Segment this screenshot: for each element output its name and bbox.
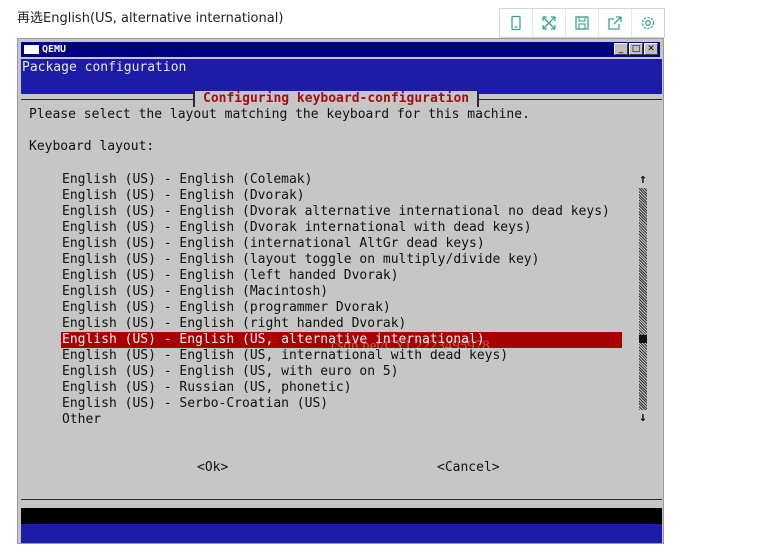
- list-item[interactable]: English (US) - English (international Al…: [61, 236, 622, 252]
- window-titlebar[interactable]: QEMU _ □ ✕: [21, 42, 660, 57]
- list-item[interactable]: English (US) - English (Macintosh): [61, 284, 622, 300]
- mobile-icon: [511, 15, 521, 31]
- list-item[interactable]: English (US) - English (left handed Dvor…: [61, 268, 622, 284]
- ok-button[interactable]: <Ok>: [197, 460, 228, 476]
- fullscreen-icon: [542, 16, 556, 30]
- screen-footer: [21, 524, 662, 543]
- status-bar: [21, 508, 662, 524]
- share-button[interactable]: [599, 9, 632, 37]
- save-button[interactable]: [566, 9, 599, 37]
- share-icon: [608, 16, 622, 30]
- dialog-frame-bottom: [21, 499, 662, 500]
- list-item[interactable]: English (US) - English (layout toggle on…: [61, 252, 622, 268]
- installer-heading: Package configuration: [22, 60, 187, 75]
- dialog-title: Configuring keyboard-configuration: [193, 91, 480, 107]
- list-item[interactable]: Other: [61, 412, 622, 428]
- list-item[interactable]: English (US) - English (Dvorak alternati…: [61, 204, 622, 220]
- vm-screen[interactable]: Package configuration Configuring keyboa…: [21, 59, 662, 543]
- window-controls: _ □ ✕: [614, 43, 658, 55]
- maximize-button[interactable]: □: [629, 43, 643, 55]
- list-item[interactable]: English (US) - English (programmer Dvora…: [61, 300, 622, 316]
- fullscreen-button[interactable]: [533, 9, 566, 37]
- list-item[interactable]: English (US) - English (right handed Dvo…: [61, 316, 622, 332]
- image-toolbar: [499, 8, 665, 38]
- scrollbar-thumb[interactable]: [639, 335, 647, 343]
- mobile-view-button[interactable]: [500, 9, 533, 37]
- scroll-down-arrow[interactable]: ↓: [638, 410, 648, 426]
- page-caption: 再选English(US, alternative international): [17, 11, 284, 26]
- qemu-app-icon: [24, 45, 39, 54]
- window-title: QEMU: [42, 44, 67, 55]
- list-item[interactable]: English (US) - English (Dvorak internati…: [61, 220, 622, 236]
- scrollbar-track[interactable]: [639, 188, 647, 410]
- installer-topbar: Package configuration: [21, 59, 662, 94]
- keyboard-layout-label: Keyboard layout:: [29, 139, 155, 154]
- save-icon: [575, 16, 589, 30]
- list-item[interactable]: English (US) - English (Dvorak): [61, 188, 622, 204]
- cancel-button[interactable]: <Cancel>: [437, 460, 500, 476]
- watermark: csdn.net/CYL2223495978: [331, 338, 490, 354]
- instruction-text: Please select the layout matching the ke…: [29, 107, 530, 122]
- minimize-button[interactable]: _: [614, 43, 628, 55]
- settings-button[interactable]: [632, 9, 664, 37]
- qemu-window: QEMU _ □ ✕ Package configuration Configu…: [17, 38, 664, 544]
- list-item[interactable]: English (US) - English (Colemak): [61, 172, 622, 188]
- keyboard-layout-list[interactable]: English (US) - English (Colemak) English …: [61, 172, 622, 428]
- list-item[interactable]: English (US) - English (US, with euro on…: [61, 364, 622, 380]
- list-item[interactable]: English (US) - Serbo-Croatian (US): [61, 396, 622, 412]
- close-button[interactable]: ✕: [644, 43, 658, 55]
- scroll-up-arrow[interactable]: ↑: [638, 172, 648, 188]
- list-item[interactable]: English (US) - Russian (US, phonetic): [61, 380, 622, 396]
- settings-icon: [641, 16, 655, 30]
